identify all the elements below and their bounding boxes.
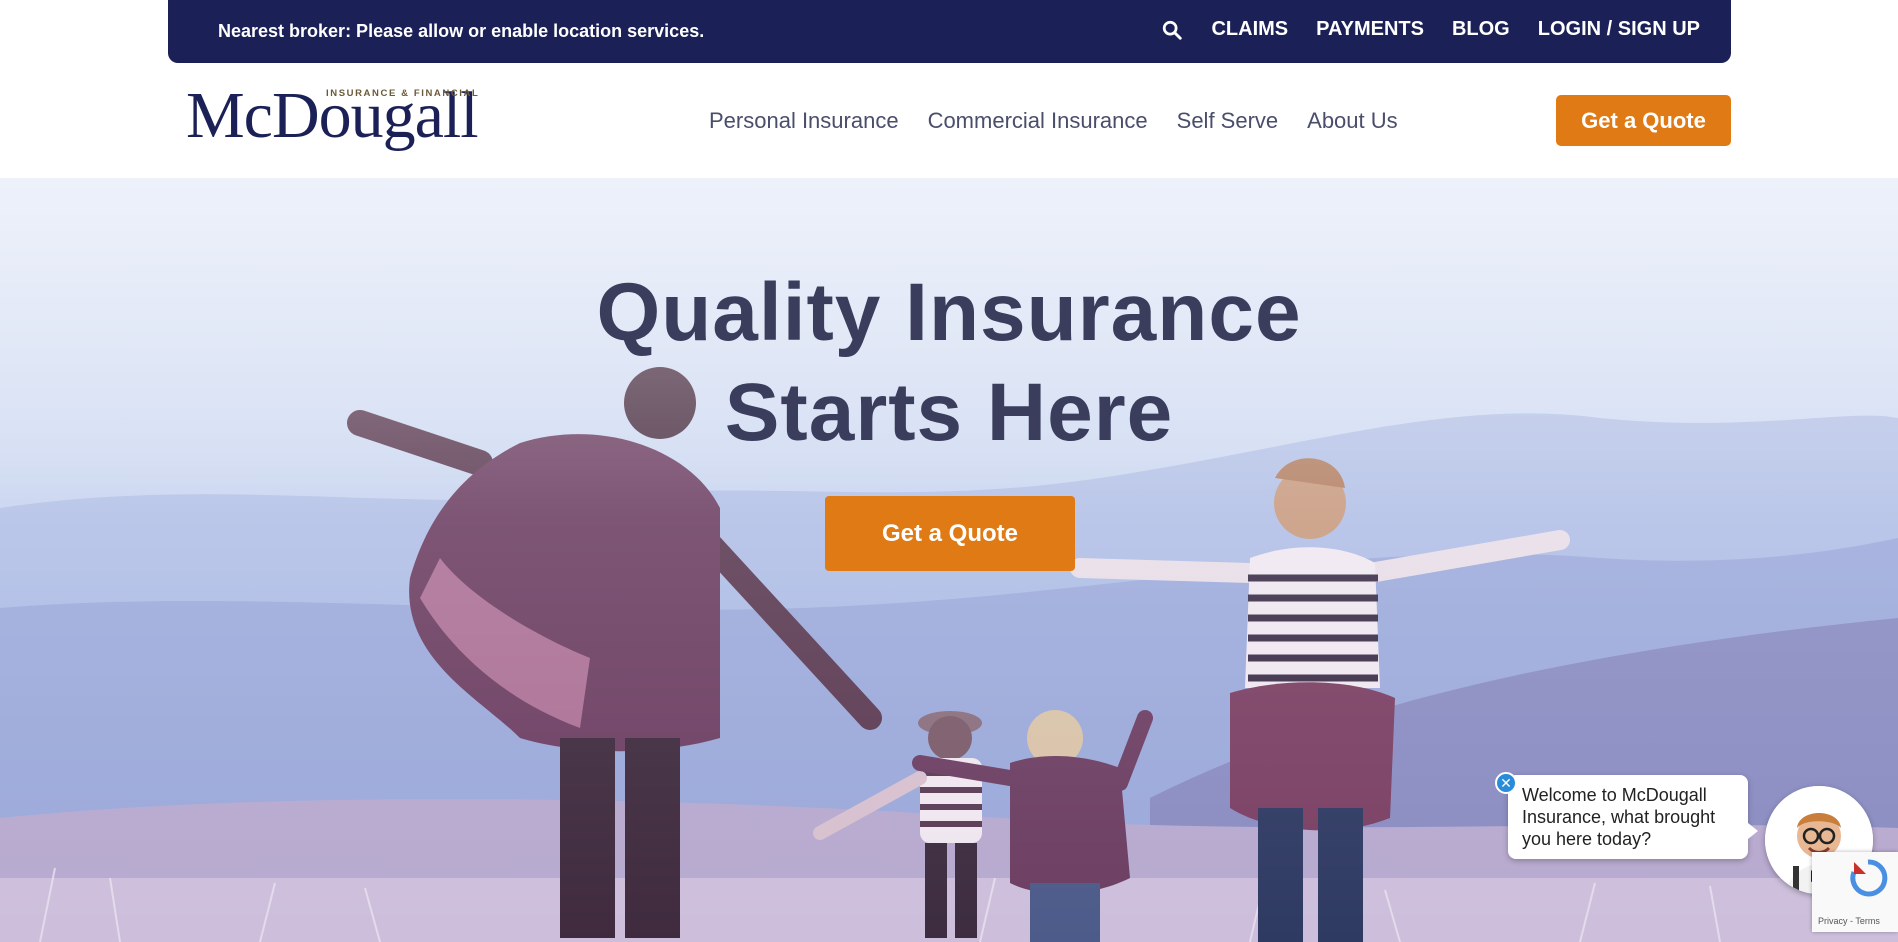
recaptcha-icon <box>1850 859 1888 897</box>
nav-personal-insurance[interactable]: Personal Insurance <box>709 108 899 134</box>
close-icon[interactable]: ✕ <box>1495 772 1517 794</box>
hero-get-a-quote-button[interactable]: Get a Quote <box>825 496 1075 571</box>
nearest-broker-text: Nearest broker: Please allow or enable l… <box>218 21 705 41</box>
login-signup-link[interactable]: LOGIN / SIGN UP <box>1538 18 1700 41</box>
recaptcha-badge[interactable]: Privacy - Terms <box>1812 852 1898 932</box>
recaptcha-terms[interactable]: Privacy - Terms <box>1818 916 1880 926</box>
chat-welcome-bubble[interactable]: Welcome to McDougall Insurance, what bro… <box>1508 775 1758 859</box>
nav-commercial-insurance[interactable]: Commercial Insurance <box>928 108 1148 134</box>
top-links: CLAIMS PAYMENTS BLOG LOGIN / SIGN UP <box>1161 18 1700 41</box>
hero-headline-line1: Quality Insurance <box>596 267 1302 358</box>
nav-about-us[interactable]: About Us <box>1307 108 1398 134</box>
search-icon[interactable] <box>1161 19 1183 41</box>
main-header: McDougall INSURANCE & FINANCIAL Personal… <box>0 63 1898 178</box>
top-bar: Nearest broker: Please allow or enable l… <box>168 0 1731 63</box>
claims-link[interactable]: CLAIMS <box>1211 18 1288 41</box>
nav-self-serve[interactable]: Self Serve <box>1177 108 1279 134</box>
blog-link[interactable]: BLOG <box>1452 18 1510 41</box>
mcdougall-logo[interactable]: McDougall INSURANCE & FINANCIAL <box>186 83 512 155</box>
header-get-a-quote-button[interactable]: Get a Quote <box>1556 95 1731 146</box>
main-nav: Personal Insurance Commercial Insurance … <box>709 108 1427 134</box>
hero-headline-line2: Starts Here <box>724 367 1174 458</box>
payments-link[interactable]: PAYMENTS <box>1316 18 1424 41</box>
hero-headline: Quality Insurance Starts Here <box>0 263 1898 463</box>
logo-tagline: INSURANCE & FINANCIAL <box>326 88 480 99</box>
